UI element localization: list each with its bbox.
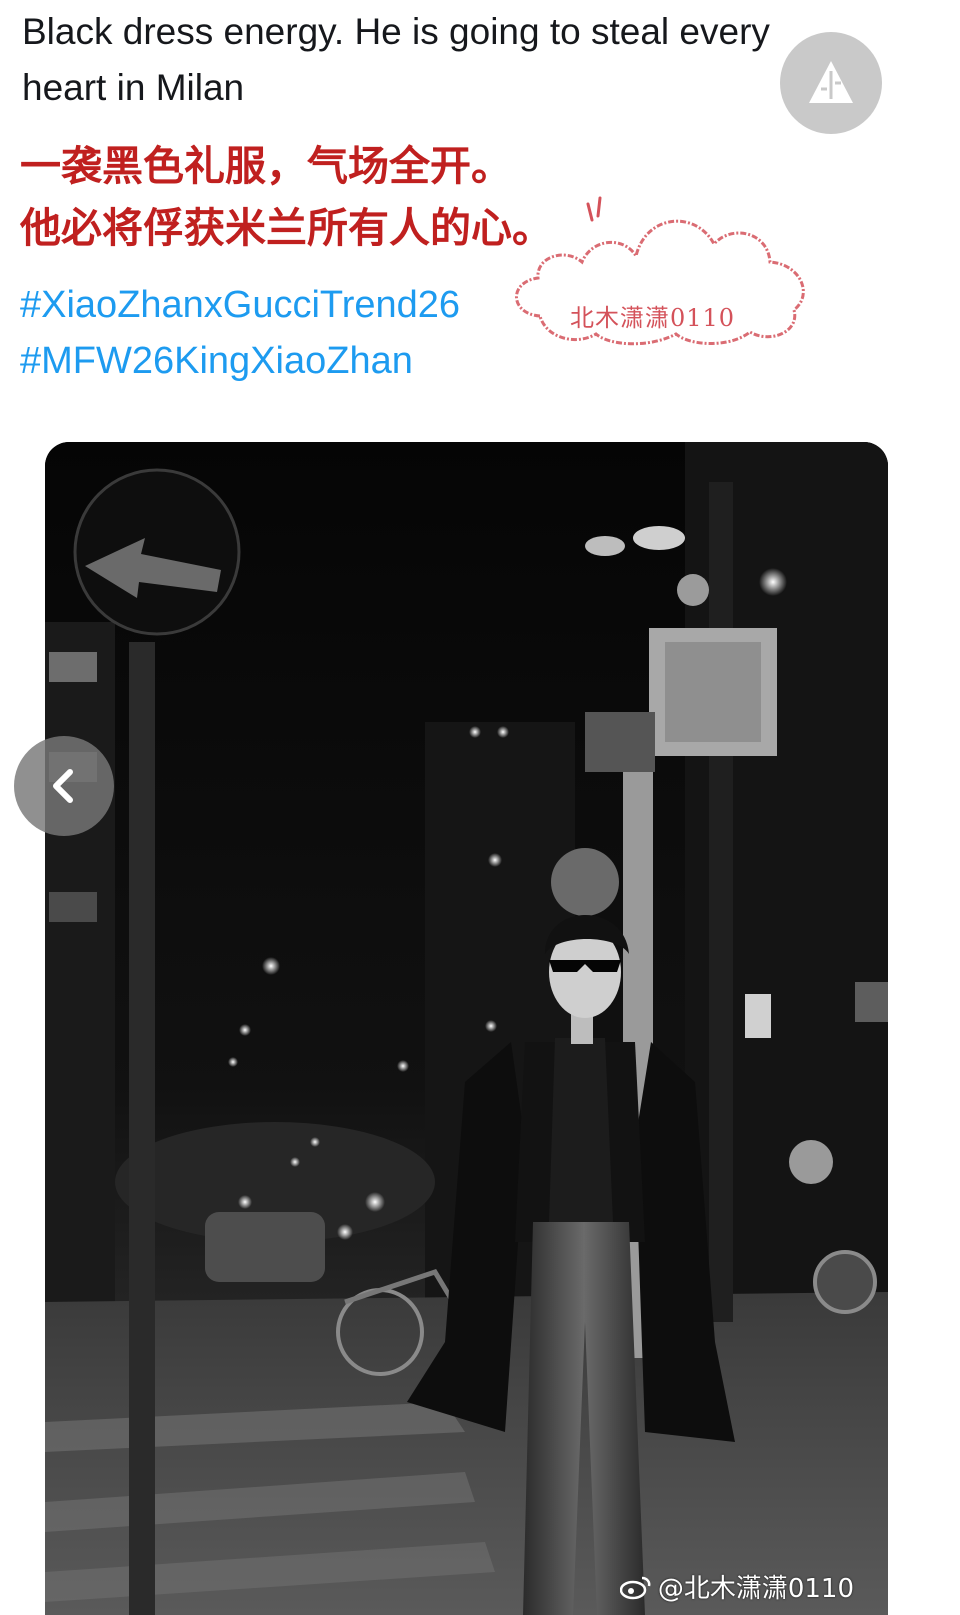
hashtag-link-2[interactable]: #MFW26KingXiaoZhan (20, 336, 413, 386)
weibo-logo-icon (619, 1576, 651, 1599)
street-photo-illustration (45, 442, 888, 1615)
previous-image-button[interactable] (14, 736, 114, 836)
watermark-text: @北木潇潇0110 (657, 1574, 854, 1604)
chevron-left-icon (53, 769, 73, 803)
translate-button[interactable] (780, 32, 882, 134)
translation-line-2: 他必将俘获米兰所有人的心。 (20, 204, 553, 252)
tweet-text-line-2: heart in Milan (22, 67, 245, 108)
translate-icon (809, 61, 853, 103)
post-photo[interactable]: @北木潇潇0110 (45, 442, 888, 1615)
tweet-text-line-1: Black dress energy. He is going to steal… (22, 11, 770, 52)
weibo-watermark: @北木潇潇0110 (619, 1568, 854, 1605)
post-screenshot: Black dress energy. He is going to steal… (0, 0, 960, 1615)
tweet-text: Black dress energy. He is going to steal… (22, 4, 842, 116)
stamp-text: 北木潇潇0110 (570, 304, 736, 332)
translation-line-1: 一袭黑色礼服，气场全开。 (20, 142, 512, 190)
hashtag-link-1[interactable]: #XiaoZhanxGucciTrend26 (20, 280, 460, 330)
